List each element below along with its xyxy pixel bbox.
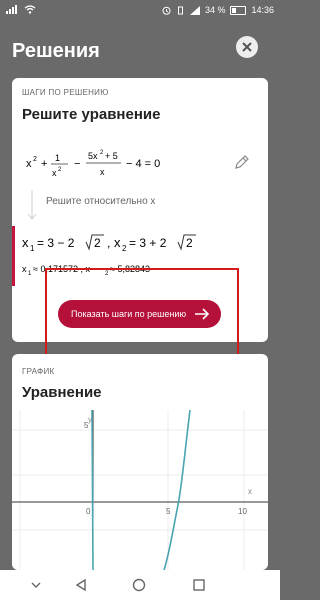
collapse-chevron-icon[interactable] [30, 579, 42, 591]
svg-text:5: 5 [84, 421, 89, 430]
svg-text:5x: 5x [88, 151, 98, 161]
battery-icon [230, 5, 247, 15]
close-icon [242, 42, 252, 52]
svg-text:2: 2 [186, 236, 193, 250]
status-bar: 34 % 14:36 [0, 0, 280, 22]
signal-icon [6, 5, 17, 14]
svg-text:10: 10 [238, 507, 247, 516]
svg-text:+: + [41, 158, 47, 170]
graph-card: ГРАФИК Уравнение y x 5 0 5 10 [12, 354, 268, 570]
signal-bars-icon [189, 5, 200, 15]
battery-percent: 34 % [204, 5, 226, 15]
wifi-icon [24, 5, 36, 14]
edit-pencil-icon[interactable] [234, 154, 250, 170]
back-icon[interactable] [74, 578, 88, 592]
section-label: ГРАФИК [22, 367, 55, 376]
recents-icon[interactable] [192, 578, 206, 592]
svg-text:x: x [114, 235, 121, 250]
svg-text:−: − [74, 158, 80, 170]
svg-text:x: x [52, 168, 57, 178]
svg-text:+ 5: + 5 [105, 151, 118, 161]
svg-text:2: 2 [94, 236, 101, 250]
alarm-icon [162, 6, 171, 15]
vibrate-icon [177, 6, 183, 14]
svg-text:x: x [22, 235, 29, 250]
arrow-down-icon [27, 190, 37, 220]
close-button[interactable] [236, 36, 258, 58]
solution-result[interactable]: x 1 = 3 − 2 2 , x 2 = 3 + 2 2 [22, 228, 262, 256]
svg-text:5: 5 [166, 507, 171, 516]
page-title: Решения [12, 40, 100, 62]
solve-hint: Решите относительно x [46, 196, 156, 207]
svg-text:2: 2 [58, 167, 62, 173]
svg-text:1: 1 [28, 271, 32, 277]
svg-text:2: 2 [33, 156, 37, 163]
svg-text:1: 1 [55, 153, 60, 163]
clock: 14:36 [251, 5, 274, 15]
equation[interactable]: x 2 + 1 x 2 − 5x 2 + 5 x − 4 = 0 [26, 146, 236, 186]
section-label: ШАГИ ПО РЕШЕНИЮ [22, 88, 109, 97]
svg-text:2: 2 [122, 244, 127, 253]
card-heading: Уравнение [22, 384, 102, 401]
svg-text:y: y [88, 415, 92, 424]
svg-text:− 4 = 0: − 4 = 0 [126, 158, 160, 170]
svg-text:1: 1 [30, 244, 35, 253]
svg-text:x: x [26, 158, 32, 170]
card-heading: Решите уравнение [22, 106, 161, 123]
svg-text:2: 2 [100, 150, 104, 156]
system-nav-bar [0, 570, 280, 600]
highlight-box [45, 268, 239, 359]
svg-text:x: x [248, 487, 252, 496]
result-accent-bar [12, 226, 15, 286]
svg-text:= 3 − 2: = 3 − 2 [37, 236, 75, 250]
home-icon[interactable] [132, 578, 146, 592]
svg-text:= 3 + 2: = 3 + 2 [129, 236, 167, 250]
svg-text:x: x [100, 167, 105, 177]
svg-text:0: 0 [86, 507, 91, 516]
svg-text:,: , [107, 236, 110, 250]
function-graph[interactable]: y x 5 0 5 10 [12, 410, 268, 570]
svg-text:x: x [22, 264, 27, 274]
